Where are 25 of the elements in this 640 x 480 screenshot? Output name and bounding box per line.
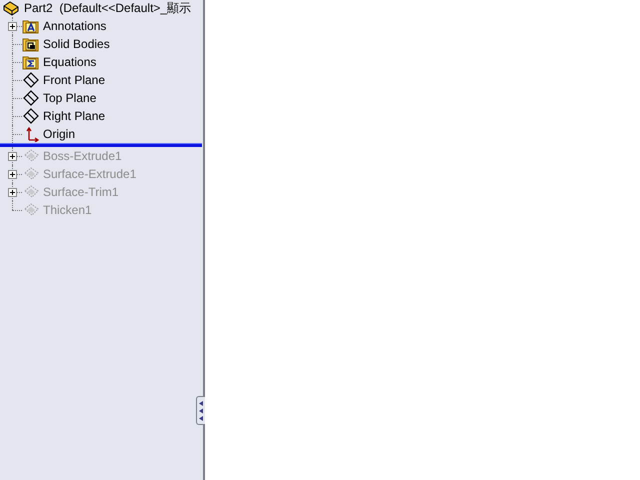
collapse-handle[interactable] (196, 396, 205, 425)
part-icon (2, 0, 20, 16)
plane-icon (22, 72, 40, 88)
tree-item[interactable]: Front Plane (43, 73, 106, 87)
plane-icon (22, 108, 40, 124)
expand-button[interactable] (8, 152, 17, 161)
tree-item[interactable]: Origin (43, 127, 76, 141)
annotation-folder-icon (22, 18, 40, 34)
expand-button[interactable] (8, 22, 17, 31)
tree-item[interactable]: Solid Bodies (43, 37, 110, 51)
tree-item[interactable]: Annotations (43, 19, 106, 33)
expand-button[interactable] (8, 188, 17, 197)
rollback-bar[interactable] (0, 143, 202, 147)
equation-folder-icon (22, 54, 40, 70)
part-name[interactable]: Part2 (Default<<Default>_顯示 (24, 0, 192, 17)
thicken-feature-icon (22, 202, 40, 218)
trim-feature-icon (22, 184, 40, 200)
tree-item[interactable]: Top Plane (43, 91, 96, 105)
plane-icon (22, 90, 40, 106)
tree-item[interactable]: Equations (43, 55, 96, 69)
surface-feature-icon (22, 166, 40, 182)
tree-item[interactable]: Right Plane (43, 109, 106, 123)
bodies-folder-icon (22, 36, 40, 52)
expand-button[interactable] (8, 170, 17, 179)
extrude-feature-icon (22, 148, 40, 164)
